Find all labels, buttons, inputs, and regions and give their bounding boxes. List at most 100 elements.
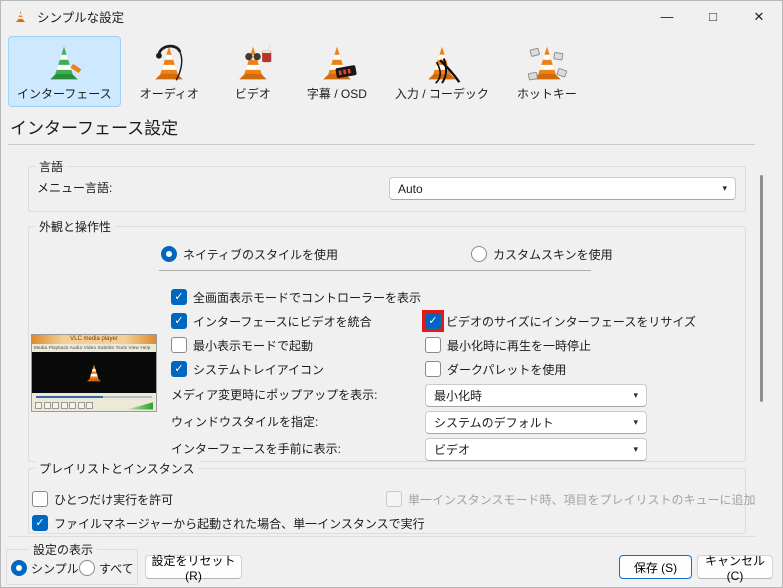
preview-button [52, 402, 59, 409]
radio-label: すべて [99, 561, 134, 576]
preview-button [60, 402, 68, 409]
checkbox-label: ダークパレットを使用 [447, 362, 567, 377]
checkbox-icon[interactable] [425, 361, 441, 377]
maximize-button[interactable]: □ [690, 1, 736, 32]
footer-divider [8, 536, 755, 537]
vlc-cone-icon [15, 10, 26, 22]
checkbox-icon[interactable]: ✓ [32, 515, 48, 531]
reset-preferences-button[interactable]: 設定をリセット (R) [145, 554, 242, 583]
checkbox-label: ファイルマネージャーから起動された場合、単一インスタンスで実行 [54, 516, 425, 531]
checkbox-dark-palette[interactable]: ダークパレットを使用 [425, 360, 566, 378]
preview-button [77, 402, 85, 409]
checkbox-resize-interface-to-video[interactable]: ✓ ビデオのサイズにインターフェースをリサイズ [422, 310, 696, 332]
checkbox-allow-one-instance[interactable]: ひとつだけ実行を許可 [32, 490, 173, 508]
radio-label: シンプル [31, 561, 79, 576]
radio-simple-prefs[interactable]: シンプル [11, 559, 79, 577]
category-toolbar: インターフェース オーディオ ビデオ 字幕 / OSD 入力 / コーデック ホ… [8, 36, 586, 107]
checkbox-icon[interactable]: ✓ [425, 313, 441, 329]
tab-interface[interactable]: インターフェース [8, 36, 121, 107]
checkbox-label: ビデオのサイズにインターフェースをリサイズ [446, 314, 696, 329]
preview-controls [32, 400, 156, 411]
radio-custom-skin[interactable]: カスタムスキンを使用 [471, 245, 613, 263]
close-button[interactable]: ✕ [736, 1, 782, 32]
window-style-select[interactable]: システムのデフォルト ▾ [425, 411, 647, 434]
preview-volume-slider [127, 402, 153, 410]
audio-cone-icon [155, 44, 183, 81]
interface-preview-image: VLC media player Media Playback Audio Vi… [31, 334, 157, 412]
tab-hotkeys[interactable]: ホットキー [508, 36, 586, 107]
save-button[interactable]: 保存 (S) [619, 555, 692, 579]
checkbox-label: ひとつだけ実行を許可 [54, 492, 174, 507]
tab-label: ビデオ [234, 87, 271, 101]
radio-icon[interactable] [471, 246, 487, 262]
radio-icon[interactable] [79, 560, 95, 576]
checkbox-label: 最小表示モードで起動 [193, 338, 314, 353]
radio-native-style[interactable]: ネイティブのスタイルを使用 [161, 245, 338, 263]
radio-icon[interactable] [161, 246, 177, 262]
radio-label: ネイティブのスタイルを使用 [183, 247, 339, 262]
checkbox-icon[interactable] [425, 337, 441, 353]
checkbox-systray-icon[interactable]: ✓ システムトレイアイコン [171, 360, 324, 378]
titlebar[interactable]: シンプルな設定 — □ ✕ [0, 0, 783, 32]
tab-audio[interactable]: オーディオ [131, 36, 208, 107]
tab-label: インターフェース [17, 87, 112, 101]
window-style-label: ウィンドウスタイルを指定: [171, 415, 319, 429]
checkbox-pause-on-minimize[interactable]: 最小化時に再生を一時停止 [425, 336, 591, 354]
checkbox-icon [386, 491, 402, 507]
interface-on-top-select[interactable]: ビデオ ▾ [425, 438, 647, 461]
cancel-button[interactable]: キャンセル (C) [697, 554, 773, 583]
preview-menubar: Media Playback Audio Video Subtitle Tool… [32, 344, 156, 352]
checkbox-start-minimal-view[interactable]: 最小表示モードで起動 [171, 336, 313, 354]
chevron-down-icon: ▾ [722, 183, 727, 193]
chevron-down-icon: ▾ [633, 444, 638, 454]
tab-input-codecs[interactable]: 入力 / コーデック [386, 36, 498, 107]
checkbox-fullscreen-controller[interactable]: ✓ 全画面表示モードでコントローラーを表示 [171, 288, 421, 306]
preview-seekbar [32, 393, 156, 400]
interface-cone-icon [50, 46, 82, 80]
subtitles-cone-icon [323, 46, 357, 80]
radio-all-prefs[interactable]: すべて [79, 559, 134, 577]
checkbox-icon[interactable]: ✓ [171, 289, 187, 305]
radio-icon[interactable] [11, 560, 27, 576]
tab-label: 入力 / コーデック [394, 87, 489, 101]
checkbox-label: 最小化時に再生を一時停止 [447, 338, 592, 353]
preview-seek-progress [36, 395, 104, 398]
style-divider [159, 270, 591, 271]
popup-on-media-change-select[interactable]: 最小化時 ▾ [425, 384, 647, 407]
checkbox-icon[interactable] [171, 337, 187, 353]
window-title: シンプルな設定 [37, 10, 125, 25]
preview-cone-icon [87, 364, 101, 381]
select-value: 最小化時 [434, 389, 483, 403]
input-codecs-cone-icon [428, 46, 461, 84]
chevron-down-icon: ▾ [633, 390, 638, 400]
checkbox-icon[interactable]: ✓ [171, 313, 187, 329]
checkbox-label: 全画面表示モードでコントローラーを表示 [193, 290, 422, 305]
group-language-title: 言語 [35, 158, 68, 175]
checkbox-filemanager-single-instance[interactable]: ✓ ファイルマネージャーから起動された場合、単一インスタンスで実行 [32, 514, 425, 532]
checkbox-embed-video[interactable]: ✓ インターフェースにビデオを統合 [171, 312, 372, 330]
popup-on-media-change-label: メディア変更時にポップアップを表示: [171, 388, 378, 402]
preview-seek-track [36, 395, 152, 398]
radio-label: カスタムスキンを使用 [493, 247, 613, 262]
checkbox-icon[interactable] [32, 491, 48, 507]
group-playlist-title: プレイリストとインスタンス [35, 460, 199, 477]
minimize-button[interactable]: — [644, 1, 690, 32]
select-value: Auto [398, 181, 423, 196]
click-target-highlight: ✓ [422, 310, 444, 332]
page-title: インターフェース設定 [10, 119, 179, 138]
preview-button [86, 402, 93, 409]
group-look-title: 外観と操作性 [35, 218, 116, 235]
window-controls: — □ ✕ [644, 1, 782, 32]
tab-video[interactable]: ビデオ [218, 36, 288, 107]
tab-label: 字幕 / OSD [306, 87, 367, 101]
checkbox-icon[interactable]: ✓ [171, 361, 187, 377]
interface-on-top-label: インターフェースを手前に表示: [171, 442, 342, 456]
menu-language-select[interactable]: Auto ▾ [389, 177, 736, 200]
vertical-scrollbar[interactable] [760, 175, 763, 402]
preview-titlebar: VLC media player [32, 335, 156, 344]
group-look-and-feel: 外観と操作性 ネイティブのスタイルを使用 カスタムスキンを使用 ✓ 全画面表示モ… [28, 218, 746, 462]
select-value: ビデオ [434, 443, 471, 457]
tab-subtitles-osd[interactable]: 字幕 / OSD [298, 36, 376, 107]
hotkeys-cone-icon [527, 46, 567, 81]
preview-button [35, 402, 42, 409]
